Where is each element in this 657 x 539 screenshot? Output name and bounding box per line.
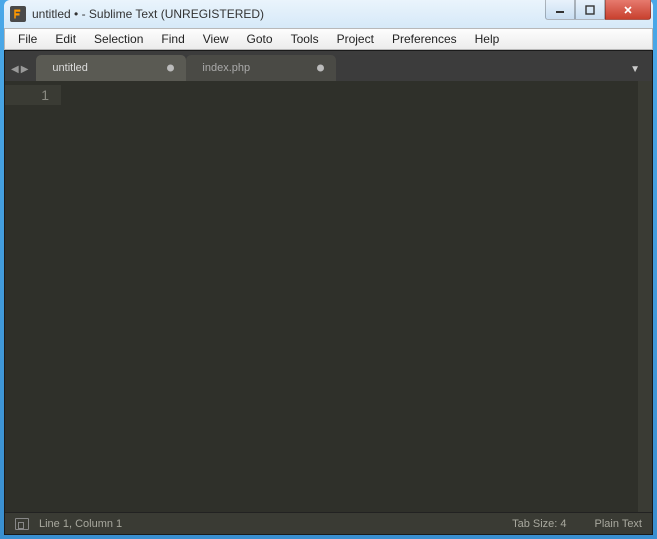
app-icon bbox=[10, 6, 26, 22]
menu-goto[interactable]: Goto bbox=[238, 30, 282, 48]
titlebar[interactable]: untitled • - Sublime Text (UNREGISTERED) bbox=[4, 0, 653, 28]
cursor-position[interactable]: Line 1, Column 1 bbox=[39, 518, 122, 530]
tab-index-php[interactable]: index.php bbox=[186, 55, 336, 81]
window-controls bbox=[545, 0, 651, 20]
tabbar: ◀ ▶ untitled index.php ▼ bbox=[5, 51, 652, 81]
window-title: untitled • - Sublime Text (UNREGISTERED) bbox=[32, 7, 545, 21]
menu-file[interactable]: File bbox=[9, 30, 46, 48]
tab-overflow-icon[interactable]: ▼ bbox=[630, 64, 646, 81]
line-number: 1 bbox=[5, 85, 61, 105]
tab-history-nav: ◀ ▶ bbox=[11, 64, 28, 81]
menu-tools[interactable]: Tools bbox=[282, 30, 328, 48]
menu-view[interactable]: View bbox=[194, 30, 238, 48]
dirty-indicator-icon bbox=[317, 65, 324, 72]
menu-find[interactable]: Find bbox=[152, 30, 193, 48]
tab-label: index.php bbox=[202, 62, 250, 74]
code-area[interactable] bbox=[61, 81, 652, 512]
tab-forward-icon[interactable]: ▶ bbox=[21, 64, 29, 75]
tab-untitled[interactable]: untitled bbox=[36, 55, 186, 81]
dirty-indicator-icon bbox=[167, 65, 174, 72]
application-window: untitled • - Sublime Text (UNREGISTERED)… bbox=[4, 0, 653, 535]
editor-shell: ◀ ▶ untitled index.php ▼ 1 bbox=[4, 50, 653, 535]
menu-selection[interactable]: Selection bbox=[85, 30, 152, 48]
panel-switcher-icon[interactable] bbox=[15, 518, 29, 530]
minimize-button[interactable] bbox=[545, 0, 575, 20]
menu-edit[interactable]: Edit bbox=[46, 30, 85, 48]
menubar: File Edit Selection Find View Goto Tools… bbox=[4, 28, 653, 50]
statusbar: Line 1, Column 1 Tab Size: 4 Plain Text bbox=[5, 512, 652, 534]
menu-preferences[interactable]: Preferences bbox=[383, 30, 466, 48]
line-number-gutter: 1 bbox=[5, 81, 61, 512]
vertical-scrollbar[interactable] bbox=[638, 81, 652, 512]
tab-size-indicator[interactable]: Tab Size: 4 bbox=[512, 518, 566, 530]
maximize-button[interactable] bbox=[575, 0, 605, 20]
menu-help[interactable]: Help bbox=[466, 30, 509, 48]
tab-back-icon[interactable]: ◀ bbox=[11, 64, 19, 75]
menu-project[interactable]: Project bbox=[328, 30, 383, 48]
syntax-indicator[interactable]: Plain Text bbox=[595, 518, 643, 530]
close-button[interactable] bbox=[605, 0, 651, 20]
editor-body: 1 bbox=[5, 81, 652, 512]
tab-label: untitled bbox=[52, 62, 87, 74]
